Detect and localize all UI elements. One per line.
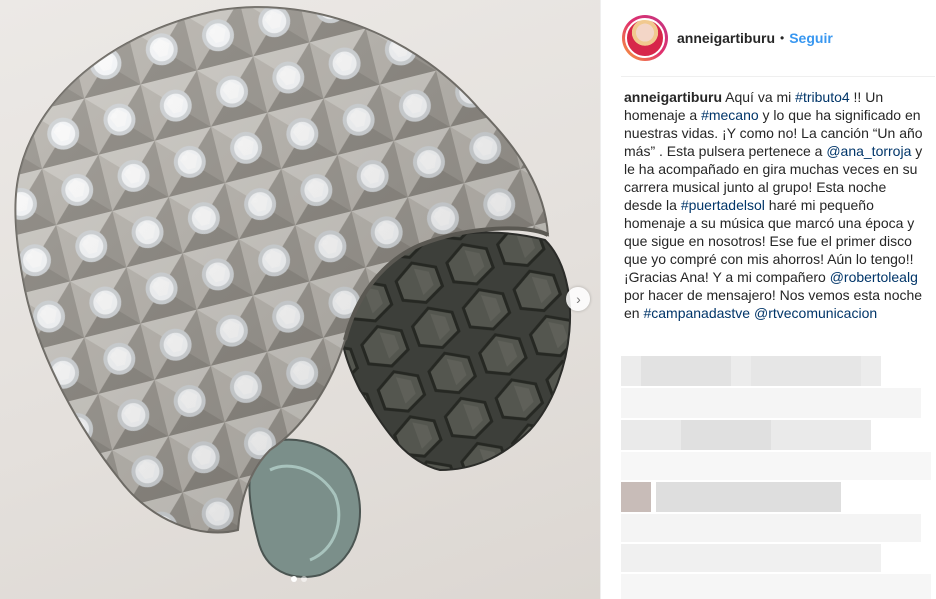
carousel-dot xyxy=(301,576,307,582)
carousel-indicator xyxy=(291,576,307,582)
chevron-right-icon: › xyxy=(576,291,581,307)
avatar-image xyxy=(625,18,665,58)
post-sidebar: anneigartiburu • Seguir anneigartiburu A… xyxy=(600,0,935,599)
blurred-comments xyxy=(601,344,936,599)
separator-dot: • xyxy=(780,31,785,45)
caption-segment: Aquí va mi xyxy=(725,89,796,105)
hashtag-link[interactable]: #mecano xyxy=(701,107,759,123)
next-slide-button[interactable]: › xyxy=(566,287,590,311)
hashtag-link[interactable]: #tributo4 xyxy=(795,89,849,105)
blur-block xyxy=(621,452,931,480)
avatar[interactable] xyxy=(622,15,668,61)
instagram-post: › anneigartiburu • Seguir anneigartiburu… xyxy=(0,0,936,599)
header-divider xyxy=(621,76,935,77)
mention-link[interactable]: @rtvecomunicacion xyxy=(754,305,877,321)
hashtag-link[interactable]: #puertadelsol xyxy=(681,197,765,213)
blur-block xyxy=(621,574,931,599)
post-photo[interactable]: › xyxy=(0,0,600,599)
bracelet-photo xyxy=(14,6,571,578)
blur-block xyxy=(621,388,921,418)
follow-button[interactable]: Seguir xyxy=(789,30,833,46)
hashtag-link[interactable]: #campanadastve xyxy=(643,305,750,321)
mention-link[interactable]: @ana_torroja xyxy=(826,143,911,159)
blur-block xyxy=(656,482,841,512)
blur-block xyxy=(751,356,861,386)
blur-block xyxy=(621,482,651,512)
carousel-dot xyxy=(291,576,297,582)
mention-link[interactable]: @robertolealg xyxy=(830,269,918,285)
caption-text: Aquí va mi #tributo4 !! Un homenaje a #m… xyxy=(624,89,923,321)
blur-block xyxy=(621,514,921,542)
caption-username[interactable]: anneigartiburu xyxy=(624,89,722,105)
username[interactable]: anneigartiburu xyxy=(677,30,775,46)
post-caption: anneigartiburu Aquí va mi #tributo4 !! U… xyxy=(624,88,924,322)
post-header: anneigartiburu • Seguir xyxy=(601,0,935,76)
blur-block xyxy=(641,356,731,386)
blur-block xyxy=(681,420,771,450)
blur-block xyxy=(621,544,881,572)
